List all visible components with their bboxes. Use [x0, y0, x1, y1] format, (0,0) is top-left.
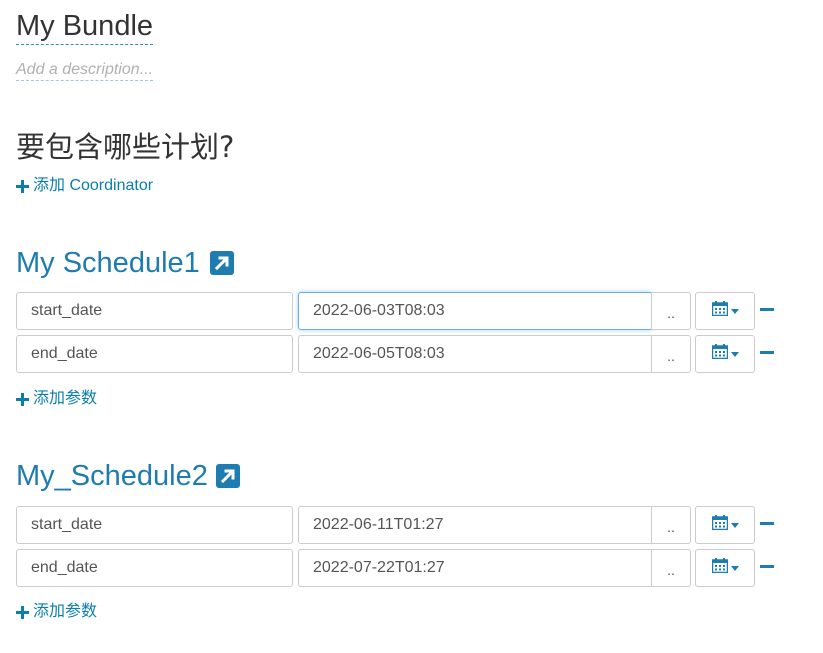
bundle-description[interactable]: Add a description...: [16, 60, 153, 81]
remove-param-button[interactable]: [760, 565, 774, 568]
add-coordinator-link[interactable]: 添加 Coordinator: [16, 176, 153, 196]
browse-button[interactable]: ..: [651, 292, 691, 330]
calendar-icon: [711, 301, 728, 321]
param-value-input[interactable]: 2022-06-05T08:03: [298, 335, 653, 373]
param-value-input[interactable]: 2022-06-11T01:27: [298, 506, 653, 544]
add-param-link[interactable]: 添加参数: [16, 389, 97, 409]
param-name-input[interactable]: end_date: [16, 549, 293, 587]
calendar-dropdown-button[interactable]: [695, 335, 755, 373]
remove-param-button[interactable]: [760, 308, 774, 311]
param-name-input[interactable]: start_date: [16, 292, 293, 330]
caret-down-icon: [730, 351, 739, 357]
param-name-input[interactable]: start_date: [16, 506, 293, 544]
remove-param-button[interactable]: [760, 522, 774, 525]
schedule-title[interactable]: My_Schedule2: [16, 459, 240, 493]
add-param-label: 添加参数: [33, 390, 98, 407]
schedule-title-text[interactable]: My_Schedule2: [16, 459, 208, 493]
calendar-icon: [711, 344, 728, 364]
add-coordinator-label: 添加 Coordinator: [33, 177, 154, 194]
param-value-input[interactable]: 2022-07-22T01:27: [298, 549, 653, 587]
browse-button[interactable]: ..: [651, 506, 691, 544]
external-link-icon[interactable]: [215, 464, 240, 488]
plus-icon: [16, 179, 29, 193]
remove-param-button[interactable]: [760, 351, 774, 354]
bundle-title[interactable]: My Bundle: [16, 8, 154, 45]
plus-icon: [16, 605, 29, 619]
caret-down-icon: [730, 565, 739, 571]
param-row: start_date 2022-06-11T01:27 ..: [16, 506, 786, 544]
calendar-icon: [711, 558, 728, 578]
calendar-dropdown-button[interactable]: [695, 506, 755, 544]
schedule-title-text[interactable]: My Schedule1: [16, 246, 200, 280]
calendar-dropdown-button[interactable]: [695, 292, 755, 330]
add-param-link[interactable]: 添加参数: [16, 602, 97, 622]
external-link-icon[interactable]: [209, 251, 234, 275]
calendar-icon: [711, 515, 728, 535]
param-row: end_date 2022-07-22T01:27 ..: [16, 549, 786, 587]
add-param-label: 添加参数: [33, 603, 98, 620]
schedule-title[interactable]: My Schedule1: [16, 246, 234, 280]
param-row: end_date 2022-06-05T08:03 ..: [16, 335, 786, 373]
param-name-input[interactable]: end_date: [16, 335, 293, 373]
caret-down-icon: [730, 308, 739, 314]
caret-down-icon: [730, 522, 739, 528]
browse-button[interactable]: ..: [651, 335, 691, 373]
calendar-dropdown-button[interactable]: [695, 549, 755, 587]
browse-button[interactable]: ..: [651, 549, 691, 587]
plus-icon: [16, 392, 29, 406]
param-row: start_date 2022-06-03T08:03 ..: [16, 292, 786, 330]
param-value-input[interactable]: 2022-06-03T08:03: [298, 292, 653, 330]
section-heading: 要包含哪些计划?: [16, 130, 235, 164]
